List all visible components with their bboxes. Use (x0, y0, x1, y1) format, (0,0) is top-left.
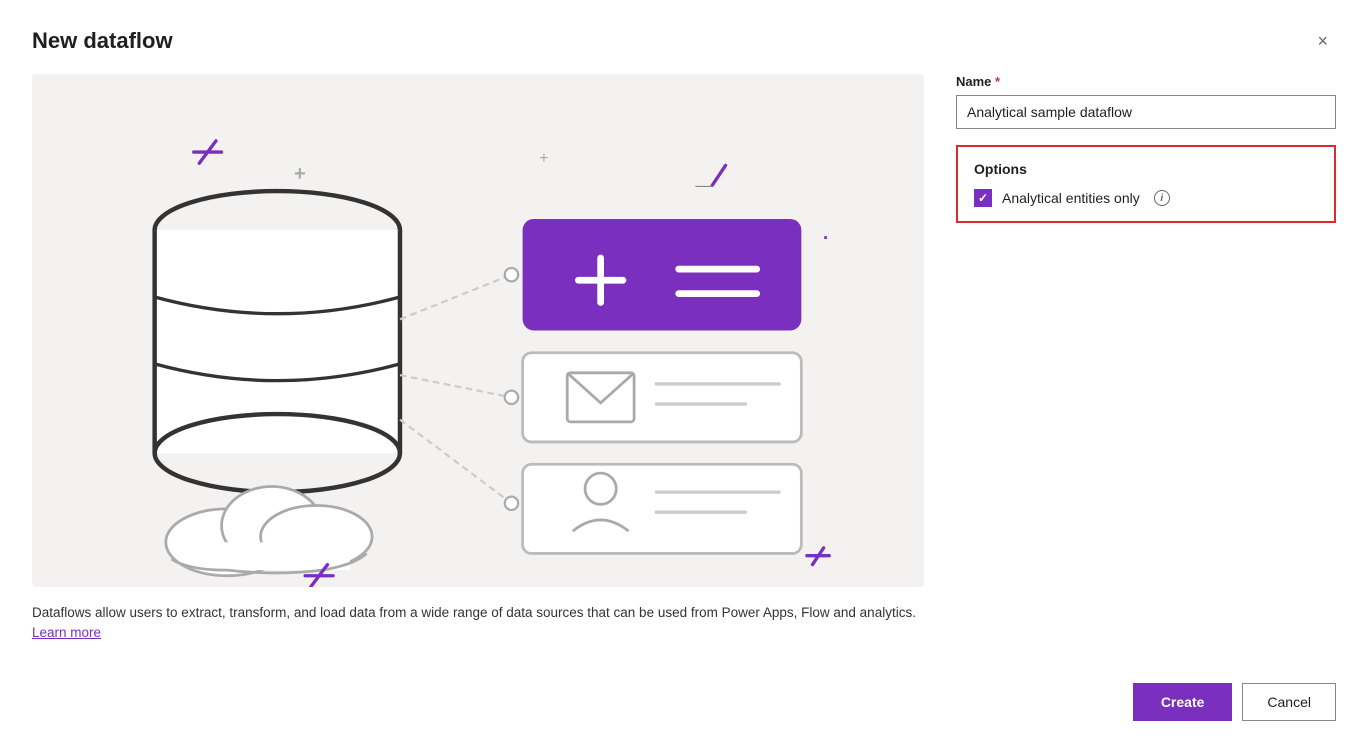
svg-text:—: — (695, 175, 713, 195)
checkmark-icon: ✓ (978, 191, 988, 205)
dialog-footer: Create Cancel (32, 667, 1336, 721)
name-input[interactable] (956, 95, 1336, 129)
left-panel: + + ▪ — Dataflows allow users to extract… (32, 74, 924, 643)
svg-text:+: + (539, 150, 548, 167)
close-button[interactable]: × (1309, 28, 1336, 54)
illustration-area: + + ▪ — (32, 74, 924, 587)
dialog-body: + + ▪ — Dataflows allow users to extract… (32, 74, 1336, 643)
name-label: Name * (956, 74, 1336, 89)
create-button[interactable]: Create (1133, 683, 1233, 721)
right-panel: Name * Options ✓ Analytical entities onl… (956, 74, 1336, 643)
analytical-entities-checkbox[interactable]: ✓ (974, 189, 992, 207)
required-indicator: * (995, 74, 1000, 89)
illustration-svg: + + ▪ — (32, 74, 924, 587)
new-dataflow-dialog: New dataflow × (0, 0, 1368, 749)
svg-text:▪: ▪ (824, 232, 828, 244)
description-text: Dataflows allow users to extract, transf… (32, 605, 916, 620)
analytical-entities-checkbox-row[interactable]: ✓ Analytical entities only i (974, 189, 1318, 207)
learn-more-link[interactable]: Learn more (32, 625, 101, 640)
name-section: Name * (956, 74, 1336, 129)
checkbox-label: Analytical entities only (1002, 190, 1140, 206)
dialog-title: New dataflow (32, 28, 173, 54)
description-area: Dataflows allow users to extract, transf… (32, 603, 924, 644)
options-box: Options ✓ Analytical entities only i (956, 145, 1336, 223)
options-title: Options (974, 161, 1318, 177)
dialog-header: New dataflow × (32, 28, 1336, 54)
svg-text:+: + (294, 163, 306, 185)
info-icon[interactable]: i (1154, 190, 1170, 206)
cancel-button[interactable]: Cancel (1242, 683, 1336, 721)
